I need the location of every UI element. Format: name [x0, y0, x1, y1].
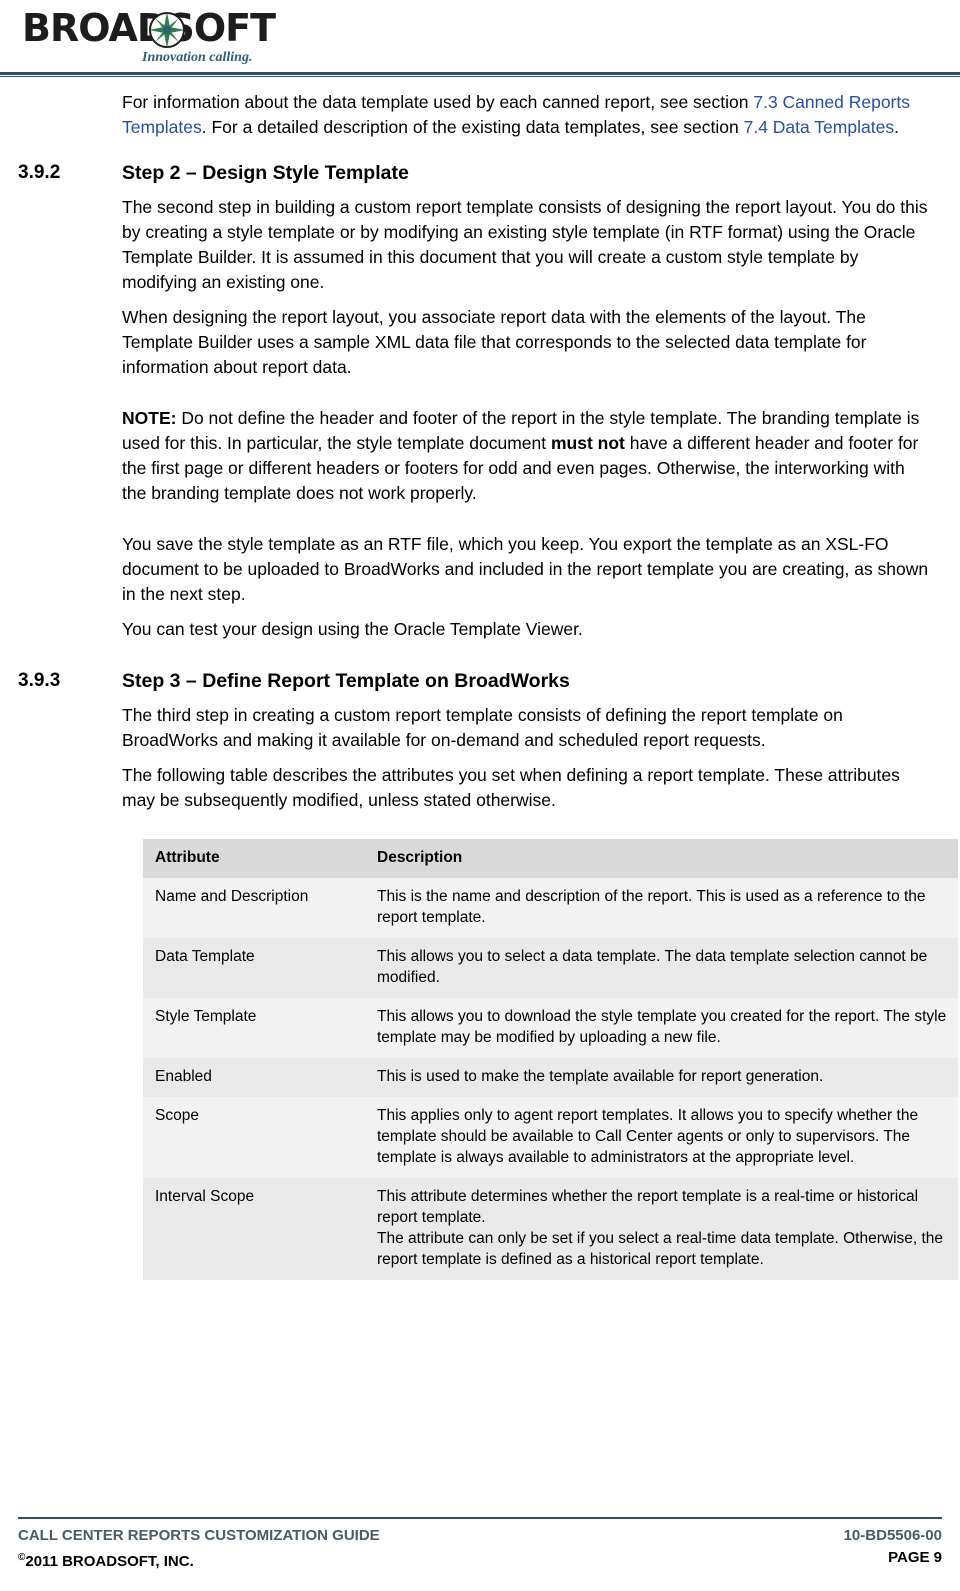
- document-content: For information about the data template …: [0, 90, 960, 1280]
- table-header-description: Description: [365, 839, 958, 878]
- table-cell-description: This is the name and description of the …: [365, 878, 958, 938]
- logo-tagline: Innovation calling.: [142, 50, 253, 65]
- intro-paragraph: For information about the data template …: [122, 90, 942, 140]
- link-data-templates[interactable]: 7.4 Data Templates: [744, 117, 894, 137]
- table-row: Style Template This allows you to downlo…: [143, 998, 958, 1058]
- after-note-paragraph-2: You can test your design using the Oracl…: [122, 619, 583, 639]
- table-cell-description: This applies only to agent report templa…: [365, 1097, 958, 1178]
- footer-row-bottom: ©2011 BROADSOFT, INC. PAGE 9: [18, 1547, 942, 1573]
- table-cell-description: This allows you to select a data templat…: [365, 938, 958, 998]
- table-row: Data Template This allows you to select …: [143, 938, 958, 998]
- table-cell-description: This allows you to download the style te…: [365, 998, 958, 1058]
- table-header-row: Attribute Description: [143, 839, 958, 878]
- star-burst-icon: [149, 12, 185, 48]
- broadsoft-logo: BROADSOFT Innovation calling.: [22, 8, 332, 68]
- footer-rule: [18, 1517, 942, 1519]
- section-392-paragraph-2: When designing the report layout, you as…: [122, 307, 867, 377]
- footer-page-number: PAGE 9: [888, 1549, 942, 1566]
- table-cell-attribute: Scope: [143, 1097, 365, 1178]
- intro-text-2: . For a detailed description of the exis…: [201, 117, 744, 137]
- table-cell-attribute: Data Template: [143, 938, 365, 998]
- table-cell-attribute: Enabled: [143, 1058, 365, 1097]
- section-392-title: Step 2 – Design Style Template: [122, 162, 409, 184]
- table-row: Enabled This is used to make the templat…: [143, 1058, 958, 1097]
- page-footer: CALL CENTER REPORTS CUSTOMIZATION GUIDE …: [0, 1517, 960, 1573]
- after-note-paragraph-1: You save the style template as an RTF fi…: [122, 534, 929, 604]
- table-cell-attribute: Interval Scope: [143, 1178, 365, 1280]
- section-393: 3.9.3 Step 3 – Define Report Template on…: [18, 670, 942, 693]
- footer-doc-number: 10-BD5506-00: [843, 1527, 942, 1544]
- intro-text-3: .: [894, 117, 899, 137]
- section-393-paragraph-1: The third step in creating a custom repo…: [122, 705, 843, 750]
- footer-row-top: CALL CENTER REPORTS CUSTOMIZATION GUIDE …: [18, 1525, 942, 1547]
- section-393-number: 3.9.3: [18, 670, 61, 691]
- section-393-paragraph-2: The following table describes the attrib…: [122, 765, 900, 810]
- table-row: Scope This applies only to agent report …: [143, 1097, 958, 1178]
- table-row: Name and Description This is the name an…: [143, 878, 958, 938]
- page-header: BROADSOFT Innovation calling.: [0, 0, 960, 78]
- note-bold-must-not: must not: [550, 433, 625, 453]
- header-rule: [0, 72, 960, 75]
- table-cell-attribute: Name and Description: [143, 878, 365, 938]
- header-rule-thin: [0, 76, 960, 77]
- logo-wordmark-broad: BROAD: [22, 6, 168, 50]
- section-393-title: Step 3 – Define Report Template on Broad…: [122, 670, 570, 692]
- section-392: 3.9.2 Step 2 – Design Style Template: [18, 162, 942, 185]
- attributes-table: Attribute Description Name and Descripti…: [143, 839, 958, 1280]
- footer-guide-title: CALL CENTER REPORTS CUSTOMIZATION GUIDE: [18, 1527, 380, 1544]
- section-392-paragraph-1: The second step in building a custom rep…: [122, 197, 928, 292]
- table-header-attribute: Attribute: [143, 839, 365, 878]
- table-cell-description: This attribute determines whether the re…: [365, 1178, 958, 1280]
- note-block: NOTE: Do not define the header and foote…: [122, 406, 932, 506]
- footer-copyright-text: 2011 BROADSOFT, INC.: [25, 1553, 194, 1570]
- intro-text-1: For information about the data template …: [122, 92, 754, 112]
- note-label: NOTE:: [122, 408, 177, 428]
- table-row: Interval Scope This attribute determines…: [143, 1178, 958, 1280]
- section-392-number: 3.9.2: [18, 162, 61, 183]
- table-cell-description: This is used to make the template availa…: [365, 1058, 958, 1097]
- table-cell-attribute: Style Template: [143, 998, 365, 1058]
- footer-copyright: ©2011 BROADSOFT, INC.: [18, 1547, 194, 1573]
